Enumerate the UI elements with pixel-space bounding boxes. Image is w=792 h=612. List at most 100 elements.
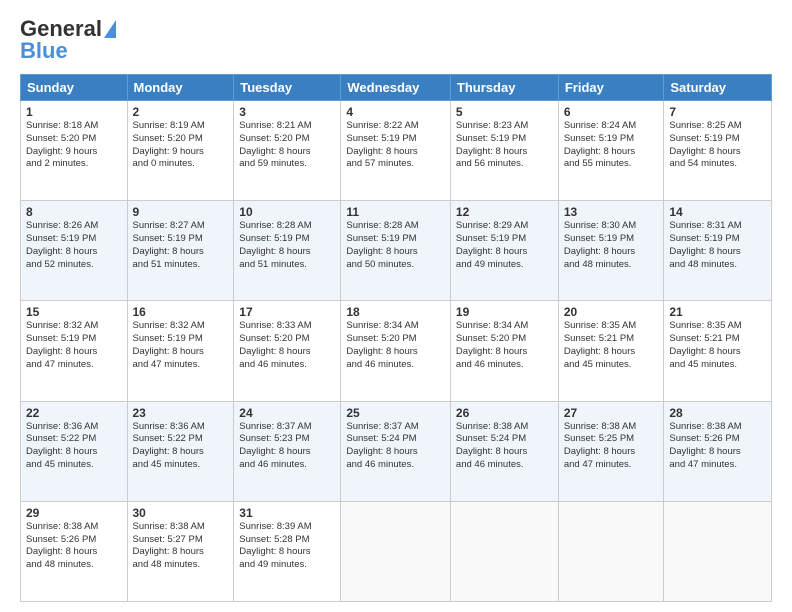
cell-text-line: Sunset: 5:20 PM [239,333,335,346]
cell-text-line: Sunrise: 8:34 AM [346,320,445,333]
weekday-header-friday: Friday [558,75,664,101]
cell-text-line: Sunset: 5:28 PM [239,534,335,547]
cell-text-line: Sunrise: 8:38 AM [133,521,229,534]
cell-text-line: Sunset: 5:24 PM [346,433,445,446]
cell-text-line: Sunset: 5:19 PM [669,133,766,146]
cell-text-line: Daylight: 8 hours [26,446,122,459]
cell-text-line: Sunrise: 8:28 AM [346,220,445,233]
cell-text-line: Daylight: 8 hours [669,246,766,259]
calendar-cell: 17Sunrise: 8:33 AMSunset: 5:20 PMDayligh… [234,301,341,401]
cell-text-line: Sunset: 5:23 PM [239,433,335,446]
cell-text-line: Sunset: 5:25 PM [564,433,659,446]
cell-text-line: and 51 minutes. [133,259,229,272]
calendar-cell: 23Sunrise: 8:36 AMSunset: 5:22 PMDayligh… [127,401,234,501]
header: General Blue [20,16,772,64]
cell-text-line: Daylight: 8 hours [564,246,659,259]
calendar-cell: 7Sunrise: 8:25 AMSunset: 5:19 PMDaylight… [664,101,772,201]
cell-text-line: Sunrise: 8:29 AM [456,220,553,233]
cell-text-line: Daylight: 8 hours [669,146,766,159]
calendar-cell: 1Sunrise: 8:18 AMSunset: 5:20 PMDaylight… [21,101,128,201]
day-number: 28 [669,406,766,420]
cell-text-line: Sunset: 5:19 PM [456,133,553,146]
cell-text-line: Sunset: 5:26 PM [26,534,122,547]
calendar-cell [558,501,664,601]
calendar-cell: 12Sunrise: 8:29 AMSunset: 5:19 PMDayligh… [450,201,558,301]
cell-text-line: and 57 minutes. [346,158,445,171]
cell-text-line: Sunrise: 8:39 AM [239,521,335,534]
cell-text-line: Sunset: 5:24 PM [456,433,553,446]
calendar-cell: 5Sunrise: 8:23 AMSunset: 5:19 PMDaylight… [450,101,558,201]
cell-text-line: and 52 minutes. [26,259,122,272]
cell-text-line: and 46 minutes. [346,459,445,472]
cell-text-line: Sunrise: 8:36 AM [26,421,122,434]
cell-text-line: and 49 minutes. [456,259,553,272]
cell-text-line: Sunset: 5:19 PM [564,133,659,146]
calendar-cell: 21Sunrise: 8:35 AMSunset: 5:21 PMDayligh… [664,301,772,401]
day-number: 21 [669,305,766,319]
day-number: 9 [133,205,229,219]
cell-text-line: Daylight: 8 hours [346,346,445,359]
calendar-cell: 22Sunrise: 8:36 AMSunset: 5:22 PMDayligh… [21,401,128,501]
cell-text-line: Daylight: 8 hours [564,346,659,359]
calendar-cell: 3Sunrise: 8:21 AMSunset: 5:20 PMDaylight… [234,101,341,201]
cell-text-line: and 48 minutes. [133,559,229,572]
cell-text-line: and 46 minutes. [239,459,335,472]
cell-text-line: Sunset: 5:22 PM [26,433,122,446]
cell-text-line: Daylight: 8 hours [133,346,229,359]
cell-text-line: and 47 minutes. [133,359,229,372]
cell-text-line: Sunrise: 8:37 AM [346,421,445,434]
cell-text-line: Daylight: 8 hours [346,146,445,159]
cell-text-line: Sunrise: 8:35 AM [669,320,766,333]
weekday-header-wednesday: Wednesday [341,75,451,101]
cell-text-line: Daylight: 8 hours [456,146,553,159]
day-number: 7 [669,105,766,119]
day-number: 12 [456,205,553,219]
calendar-week-5: 29Sunrise: 8:38 AMSunset: 5:26 PMDayligh… [21,501,772,601]
cell-text-line: Sunrise: 8:30 AM [564,220,659,233]
day-number: 3 [239,105,335,119]
cell-text-line: and 48 minutes. [564,259,659,272]
day-number: 18 [346,305,445,319]
day-number: 31 [239,506,335,520]
cell-text-line: and 0 minutes. [133,158,229,171]
cell-text-line: Daylight: 8 hours [26,346,122,359]
cell-text-line: and 47 minutes. [26,359,122,372]
cell-text-line: Sunset: 5:20 PM [239,133,335,146]
logo-blue: Blue [20,38,68,64]
calendar-cell: 15Sunrise: 8:32 AMSunset: 5:19 PMDayligh… [21,301,128,401]
calendar-cell: 6Sunrise: 8:24 AMSunset: 5:19 PMDaylight… [558,101,664,201]
day-number: 26 [456,406,553,420]
cell-text-line: and 48 minutes. [669,259,766,272]
cell-text-line: Sunrise: 8:25 AM [669,120,766,133]
cell-text-line: Sunset: 5:19 PM [346,233,445,246]
day-number: 4 [346,105,445,119]
day-number: 15 [26,305,122,319]
cell-text-line: and 46 minutes. [239,359,335,372]
weekday-header-saturday: Saturday [664,75,772,101]
logo-triangle-icon [104,20,116,38]
weekday-header-thursday: Thursday [450,75,558,101]
cell-text-line: Daylight: 8 hours [239,346,335,359]
cell-text-line: Daylight: 8 hours [239,546,335,559]
cell-text-line: Sunset: 5:21 PM [564,333,659,346]
calendar-week-3: 15Sunrise: 8:32 AMSunset: 5:19 PMDayligh… [21,301,772,401]
weekday-header-sunday: Sunday [21,75,128,101]
day-number: 14 [669,205,766,219]
calendar-cell: 18Sunrise: 8:34 AMSunset: 5:20 PMDayligh… [341,301,451,401]
cell-text-line: and 45 minutes. [669,359,766,372]
calendar-cell: 27Sunrise: 8:38 AMSunset: 5:25 PMDayligh… [558,401,664,501]
cell-text-line: Sunrise: 8:38 AM [669,421,766,434]
calendar-cell [341,501,451,601]
day-number: 2 [133,105,229,119]
day-number: 8 [26,205,122,219]
calendar-cell: 11Sunrise: 8:28 AMSunset: 5:19 PMDayligh… [341,201,451,301]
day-number: 6 [564,105,659,119]
calendar-cell: 16Sunrise: 8:32 AMSunset: 5:19 PMDayligh… [127,301,234,401]
cell-text-line: Daylight: 9 hours [26,146,122,159]
cell-text-line: Sunrise: 8:22 AM [346,120,445,133]
day-number: 25 [346,406,445,420]
cell-text-line: Sunrise: 8:21 AM [239,120,335,133]
calendar-cell: 8Sunrise: 8:26 AMSunset: 5:19 PMDaylight… [21,201,128,301]
cell-text-line: and 50 minutes. [346,259,445,272]
cell-text-line: and 45 minutes. [564,359,659,372]
